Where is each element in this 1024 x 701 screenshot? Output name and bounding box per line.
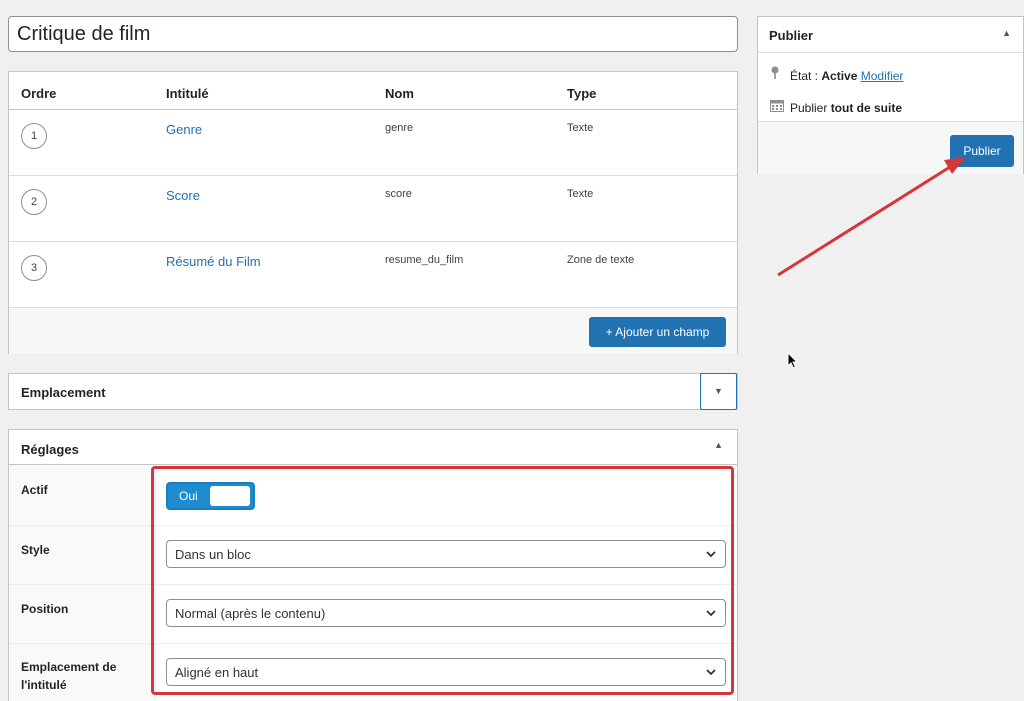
annotation-arrow bbox=[777, 157, 966, 277]
mouse-cursor-icon bbox=[787, 352, 799, 369]
